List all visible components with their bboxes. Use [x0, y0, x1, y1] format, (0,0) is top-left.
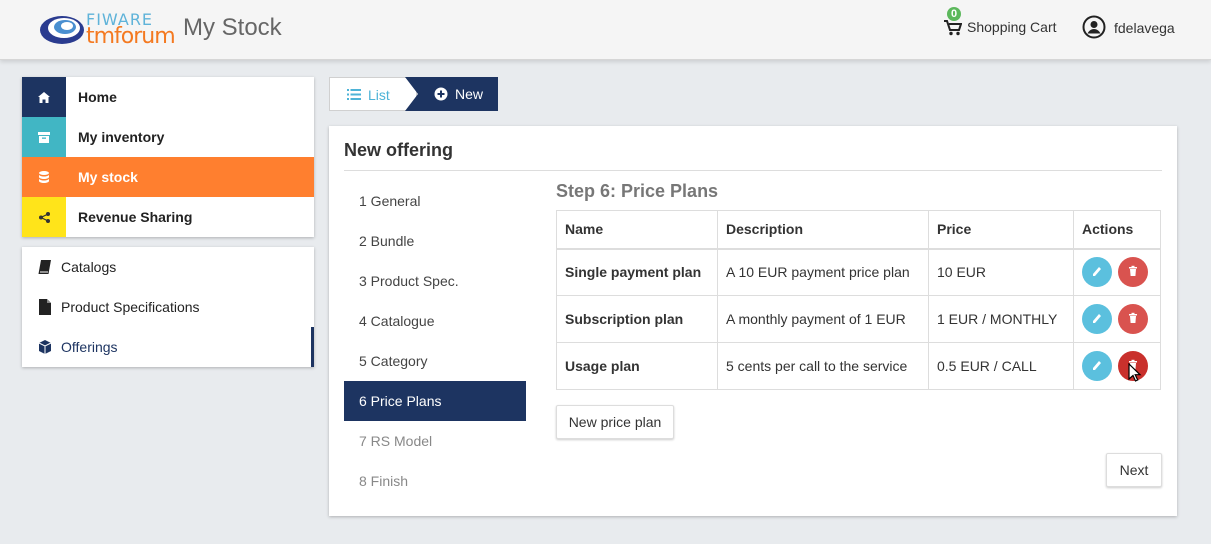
trash-icon — [1128, 312, 1137, 323]
step-general[interactable]: 1 General — [344, 181, 526, 221]
sidebar-main-nav: Home My inventory My stock Revenue Shari… — [22, 77, 314, 237]
plan-price: 10 EUR — [928, 248, 1074, 296]
sidebar-item-home[interactable]: Home — [22, 77, 314, 117]
plan-description: 5 cents per call to the service — [717, 342, 929, 390]
wizard-steps: 1 General 2 Bundle 3 Product Spec. 4 Cat… — [344, 181, 526, 501]
new-price-plan-button[interactable]: New price plan — [556, 405, 674, 439]
list-icon — [347, 89, 361, 100]
step-category[interactable]: 5 Category — [344, 341, 526, 381]
breadcrumb-new-label: New — [455, 86, 484, 102]
edit-plan-button[interactable] — [1082, 304, 1112, 334]
logo-tmforum-text: tmforum — [86, 24, 176, 49]
column-header-name: Name — [556, 210, 718, 250]
step-bundle[interactable]: 2 Bundle — [344, 221, 526, 261]
step-product-spec[interactable]: 3 Product Spec. — [344, 261, 526, 301]
step-label: 4 Catalogue — [359, 313, 435, 329]
new-offering-card: New offering 1 General 2 Bundle 3 Produc… — [329, 126, 1177, 516]
plan-price: 0.5 EUR / CALL — [928, 342, 1074, 390]
step-title: Step 6: Price Plans — [556, 181, 719, 201]
step-label: 2 Bundle — [359, 233, 415, 249]
sidebar-item-label: My stock — [78, 169, 138, 185]
edit-plan-button[interactable] — [1082, 257, 1112, 288]
share-icon — [22, 197, 66, 237]
plan-actions — [1073, 342, 1161, 390]
pencil-icon — [1093, 267, 1101, 277]
step-label: 1 General — [359, 193, 421, 209]
database-icon — [22, 157, 66, 197]
user-circle-icon — [1082, 15, 1106, 39]
cart-icon — [944, 20, 962, 36]
step-rs-model[interactable]: 7 RS Model — [344, 421, 526, 461]
plan-actions — [1073, 248, 1161, 296]
plan-price: 1 EUR / MONTHLY — [928, 295, 1074, 343]
table-row: Subscription plan A monthly payment of 1… — [556, 295, 1161, 343]
mouse-cursor-icon — [1128, 363, 1142, 382]
sidebar-item-my-inventory[interactable]: My inventory — [22, 117, 314, 157]
column-header-price: Price — [928, 210, 1074, 250]
sidebar-item-label: My inventory — [78, 129, 165, 145]
user-name: fdelavega — [1114, 20, 1175, 36]
edit-plan-button[interactable] — [1082, 351, 1112, 381]
sidebar-item-offerings[interactable]: Offerings — [22, 327, 314, 367]
fiware-tmforum-logo[interactable]: FIWARE tmforum — [38, 8, 178, 52]
pencil-icon — [1093, 314, 1101, 323]
breadcrumb-new: New — [405, 77, 498, 111]
step-label: 6 Price Plans — [359, 393, 442, 409]
divider — [344, 170, 1162, 171]
plan-name: Subscription plan — [556, 295, 718, 343]
sidebar-item-label: Catalogs — [61, 259, 117, 275]
step-label: 3 Product Spec. — [359, 273, 459, 289]
home-icon — [22, 77, 66, 117]
pencil-icon — [1093, 361, 1101, 370]
archive-icon — [22, 117, 66, 157]
next-button[interactable]: Next — [1106, 453, 1162, 487]
delete-plan-button[interactable] — [1117, 304, 1148, 334]
table-row: Single payment plan A 10 EUR payment pri… — [556, 248, 1161, 296]
sidebar-item-revenue-sharing[interactable]: Revenue Sharing — [22, 197, 314, 237]
step-price-plans[interactable]: 6 Price Plans — [344, 381, 526, 421]
step-label: 8 Finish — [359, 473, 409, 489]
sidebar-item-catalogs[interactable]: Catalogs — [22, 247, 314, 287]
cart-label: Shopping Cart — [967, 19, 1057, 35]
file-icon — [39, 299, 51, 315]
sidebar-sub-nav: Catalogs Product Specifications Offering… — [22, 247, 314, 367]
breadcrumb-list[interactable]: List — [329, 77, 417, 111]
column-header-description: Description — [717, 210, 929, 250]
cube-icon — [38, 340, 52, 354]
step-catalogue[interactable]: 4 Catalogue — [344, 301, 526, 341]
plan-actions — [1073, 295, 1161, 343]
plus-circle-icon — [434, 87, 448, 101]
plan-name: Usage plan — [556, 342, 718, 390]
step-label: 5 Category — [359, 353, 428, 369]
card-title: New offering — [344, 140, 454, 160]
app-title: My Stock — [183, 14, 282, 41]
step-label: 7 RS Model — [359, 433, 433, 449]
step-finish[interactable]: 8 Finish — [344, 461, 526, 501]
cart-count-badge: 0 — [947, 7, 962, 21]
plan-description: A 10 EUR payment price plan — [717, 248, 929, 296]
sidebar-item-label: Home — [78, 89, 117, 105]
sidebar-item-label: Revenue Sharing — [78, 209, 193, 225]
plan-name: Single payment plan — [556, 248, 718, 296]
sidebar-item-label: Product Specifications — [61, 299, 200, 315]
price-plans-table: Name Description Price Actions Single pa… — [556, 210, 1161, 390]
sidebar-item-my-stock[interactable]: My stock — [22, 157, 314, 197]
table-header-row: Name Description Price Actions — [556, 210, 1161, 250]
sidebar-item-product-specifications[interactable]: Product Specifications — [22, 287, 314, 327]
table-row: Usage plan 5 cents per call to the servi… — [556, 342, 1161, 390]
trash-icon — [1128, 266, 1137, 277]
sidebar-item-label: Offerings — [61, 339, 118, 355]
top-header: FIWARE tmforum My Stock 0 Shopping Cart … — [0, 0, 1211, 60]
delete-plan-button[interactable] — [1117, 257, 1148, 288]
breadcrumb-list-label: List — [368, 87, 390, 103]
column-header-actions: Actions — [1073, 210, 1161, 250]
plan-description: A monthly payment of 1 EUR — [717, 295, 929, 343]
book-icon — [38, 260, 51, 274]
